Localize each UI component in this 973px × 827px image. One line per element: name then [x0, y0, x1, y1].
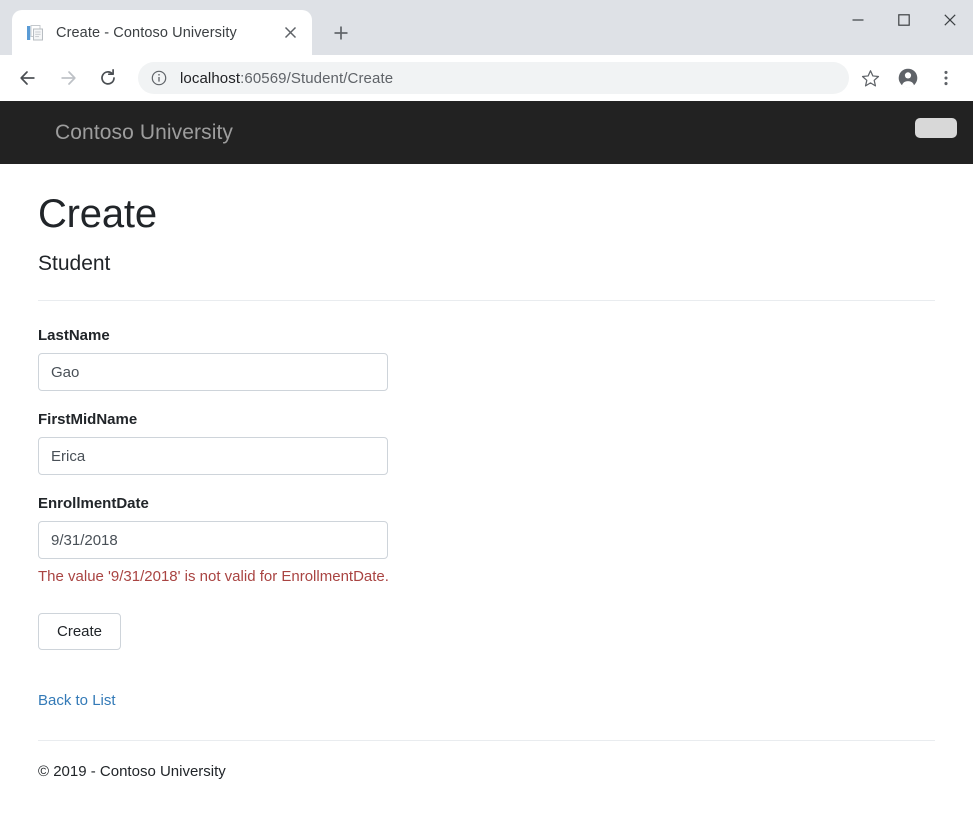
- url-path: :60569/Student/Create: [240, 70, 393, 87]
- star-icon[interactable]: [855, 63, 885, 93]
- enrollment-date-label: EnrollmentDate: [38, 495, 935, 513]
- form-group-first-mid-name: FirstMidName: [38, 411, 935, 475]
- browser-toolbar: localhost:60569/Student/Create: [0, 55, 973, 101]
- footer-copyright: © 2019 - Contoso University: [38, 763, 935, 780]
- address-bar[interactable]: localhost:60569/Student/Create: [138, 62, 849, 94]
- form-group-last-name: LastName: [38, 327, 935, 391]
- window-close-button[interactable]: [927, 0, 973, 40]
- reload-button[interactable]: [91, 61, 125, 95]
- document-favicon: [26, 24, 44, 42]
- browser-tab-active[interactable]: Create - Contoso University: [12, 10, 312, 55]
- account-avatar-icon[interactable]: [892, 62, 924, 94]
- enrollment-date-input[interactable]: [38, 521, 388, 559]
- browser-window: Create - Contoso University: [0, 0, 973, 827]
- form-group-enrollment-date: EnrollmentDate The value '9/31/2018' is …: [38, 495, 935, 587]
- footer-divider: [38, 740, 935, 741]
- info-circle-icon[interactable]: [150, 69, 168, 87]
- create-button[interactable]: Create: [38, 613, 121, 651]
- back-button[interactable]: [11, 61, 45, 95]
- last-name-label: LastName: [38, 327, 935, 345]
- url-host: localhost: [180, 70, 240, 87]
- site-navbar: Contoso University: [0, 101, 973, 164]
- site-brand-link[interactable]: Contoso University: [55, 121, 233, 145]
- window-maximize-button[interactable]: [881, 0, 927, 40]
- address-bar-url: localhost:60569/Student/Create: [180, 70, 393, 87]
- tab-close-icon[interactable]: [278, 21, 302, 45]
- main-container: Create Student LastName FirstMidName Enr…: [0, 192, 973, 780]
- page-title: Create: [38, 192, 935, 236]
- navbar-toggle-button[interactable]: [915, 118, 957, 138]
- form-group-submit: Create: [38, 613, 935, 651]
- last-name-input[interactable]: [38, 353, 388, 391]
- window-minimize-button[interactable]: [835, 0, 881, 40]
- header-divider: [38, 300, 935, 301]
- back-to-list-link[interactable]: Back to List: [38, 692, 116, 709]
- enrollment-date-validation-error: The value '9/31/2018' is not valid for E…: [38, 567, 935, 587]
- three-dot-menu-icon[interactable]: [930, 62, 962, 94]
- forward-button: [51, 61, 85, 95]
- page-viewport: Contoso University Create Student LastNa…: [0, 101, 973, 827]
- page-subtitle: Student: [38, 251, 935, 276]
- window-controls: [835, 0, 973, 40]
- tab-strip: Create - Contoso University: [0, 0, 973, 55]
- tab-title: Create - Contoso University: [56, 25, 278, 41]
- first-mid-name-input[interactable]: [38, 437, 388, 475]
- new-tab-button[interactable]: [326, 18, 356, 48]
- create-student-form: LastName FirstMidName EnrollmentDate The…: [38, 327, 935, 650]
- first-mid-name-label: FirstMidName: [38, 411, 935, 429]
